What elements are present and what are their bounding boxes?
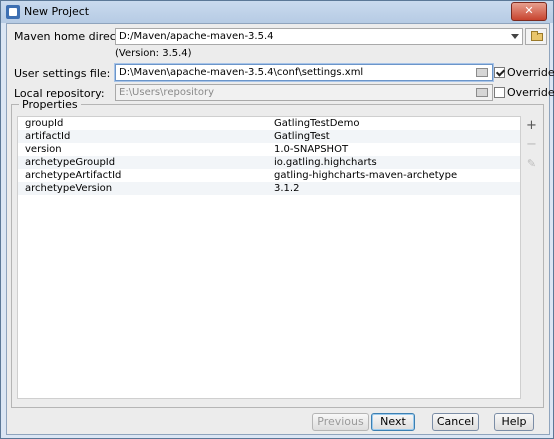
property-key: archetypeGroupId <box>25 157 116 168</box>
maven-home-browse-button[interactable] <box>525 28 547 45</box>
table-row[interactable]: artifactId GatlingTest <box>18 130 520 143</box>
window-title: New Project <box>24 5 90 18</box>
property-value: 3.1.2 <box>274 183 300 194</box>
cancel-button[interactable]: Cancel <box>432 413 479 431</box>
property-value: 1.0-SNAPSHOT <box>274 144 349 155</box>
close-button[interactable]: ✕ <box>511 2 547 21</box>
property-key: groupId <box>25 118 64 129</box>
folder-icon <box>531 31 543 41</box>
folder-icon <box>476 88 488 97</box>
remove-property-button[interactable]: − <box>524 137 539 152</box>
properties-panel: Properties groupId GatlingTestDemo artif… <box>11 98 544 408</box>
property-key: archetypeVersion <box>25 183 113 194</box>
table-row[interactable]: archetypeGroupId io.gatling.highcharts <box>18 156 520 169</box>
folder-icon[interactable] <box>476 68 488 77</box>
property-key: archetypeArtifactId <box>25 170 122 181</box>
property-value: io.gatling.highcharts <box>274 157 377 168</box>
user-settings-label: User settings file: <box>14 67 111 80</box>
local-repo-field: E:\Users\repository <box>115 84 493 101</box>
local-repo-override-checkbox[interactable] <box>494 87 505 98</box>
user-settings-override-label: Override <box>507 66 554 79</box>
property-value: GatlingTest <box>274 131 330 142</box>
new-project-window: New Project ✕ Maven home directory: D:/M… <box>0 0 554 439</box>
chevron-down-icon[interactable] <box>511 34 519 39</box>
table-row[interactable]: groupId GatlingTestDemo <box>18 117 520 130</box>
table-row[interactable]: version 1.0-SNAPSHOT <box>18 143 520 156</box>
previous-button[interactable]: Previous <box>312 413 369 431</box>
maven-version-text: (Version: 3.5.4) <box>115 48 192 59</box>
edit-property-button[interactable]: ✎ <box>524 156 539 171</box>
dialog-content: Maven home directory: D:/Maven/apache-ma… <box>6 23 554 435</box>
local-repo-override-label: Override <box>507 86 554 99</box>
property-key: version <box>25 144 62 155</box>
add-property-button[interactable]: + <box>524 118 539 133</box>
property-value: gatling-highcharts-maven-archetype <box>274 170 458 181</box>
user-settings-value: D:\Maven\apache-maven-3.5.4\conf\setting… <box>119 67 364 78</box>
next-button[interactable]: Next <box>371 413 415 431</box>
title-bar: New Project ✕ <box>1 1 553 23</box>
help-button[interactable]: Help <box>494 413 534 431</box>
user-settings-field[interactable]: D:\Maven\apache-maven-3.5.4\conf\setting… <box>115 64 493 81</box>
maven-home-combo[interactable]: D:/Maven/apache-maven-3.5.4 <box>115 28 523 45</box>
property-key: artifactId <box>25 131 71 142</box>
user-settings-override-checkbox[interactable] <box>494 67 505 78</box>
table-row[interactable]: archetypeArtifactId gatling-highcharts-m… <box>18 169 520 182</box>
app-icon <box>6 5 20 19</box>
maven-home-value: D:/Maven/apache-maven-3.5.4 <box>119 31 274 42</box>
table-row[interactable]: archetypeVersion 3.1.2 <box>18 182 520 195</box>
property-value: GatlingTestDemo <box>274 118 360 129</box>
properties-table[interactable]: groupId GatlingTestDemo artifactId Gatli… <box>17 116 521 399</box>
properties-title: Properties <box>19 98 81 111</box>
local-repo-value: E:\Users\repository <box>119 87 214 98</box>
